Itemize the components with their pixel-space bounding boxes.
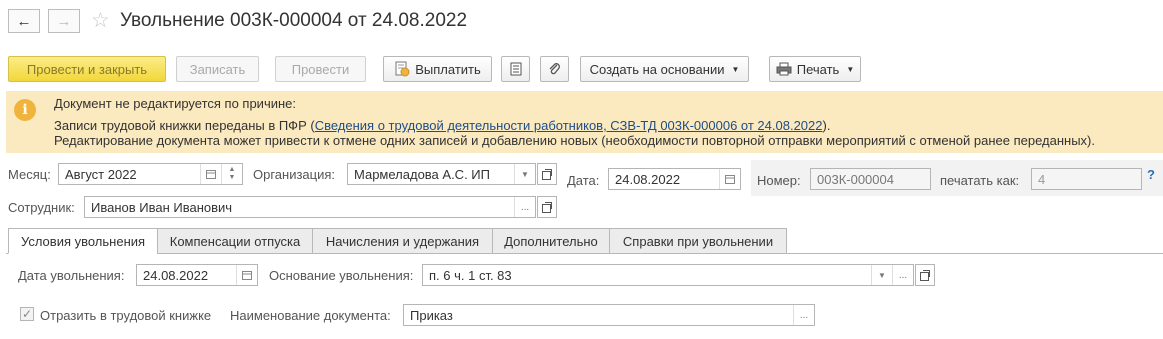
dismissal-reason-label: Основание увольнения: xyxy=(269,268,414,283)
print-label: Печать xyxy=(796,61,840,77)
reflect-in-workbook-label: Отразить в трудовой книжке xyxy=(40,308,212,323)
arrow-left-icon: ← xyxy=(16,12,32,30)
printer-icon xyxy=(776,62,792,76)
chevron-down-icon: ▼ xyxy=(228,174,236,181)
select-employee-button[interactable]: ... xyxy=(514,197,535,217)
attach-button[interactable] xyxy=(540,56,569,82)
tab-vacation-compensation[interactable]: Компенсации отпуска xyxy=(157,228,313,254)
tab-label: Условия увольнения xyxy=(20,233,146,249)
number-label: Номер: xyxy=(757,173,801,188)
list-icon xyxy=(510,62,521,76)
forward-button[interactable]: → xyxy=(48,9,80,33)
document-name-value: Приказ xyxy=(410,307,453,323)
help-icon[interactable]: ? xyxy=(1147,167,1155,182)
pay-document-icon xyxy=(395,61,410,77)
month-value: Август 2022 xyxy=(65,166,137,182)
post-label: Провести xyxy=(291,61,350,77)
number-value: 003К-000004 xyxy=(817,171,894,187)
info-icon: i xyxy=(14,99,36,121)
banner-line-1: Документ не редактируется по причине: xyxy=(54,96,297,111)
chevron-down-icon[interactable]: ▼ xyxy=(871,265,892,285)
tab-accruals-deductions[interactable]: Начисления и удержания xyxy=(312,228,493,254)
number-field[interactable]: 003К-000004 xyxy=(810,168,931,190)
date-field[interactable]: 24.08.2022 xyxy=(608,168,741,190)
employee-label: Сотрудник: xyxy=(8,200,75,215)
calendar-icon[interactable] xyxy=(236,265,257,285)
banner-line-2: Записи трудовой книжки переданы в ПФР (С… xyxy=(54,118,830,133)
dismissal-date-value: 24.08.2022 xyxy=(143,267,209,283)
print-button[interactable]: Печать ▼ xyxy=(769,56,861,82)
month-stepper[interactable]: ▲ ▼ xyxy=(221,164,242,184)
save-label: Записать xyxy=(189,61,246,77)
reflect-in-workbook-checkbox[interactable]: ✓ xyxy=(20,307,34,321)
dismissal-date-field[interactable]: 24.08.2022 xyxy=(136,264,258,286)
chevron-down-icon: ▼ xyxy=(846,64,855,74)
save-button[interactable]: Записать xyxy=(176,56,259,82)
pay-button[interactable]: Выплатить xyxy=(383,56,492,82)
open-employee-button[interactable] xyxy=(537,196,557,218)
print-as-label: печатать как: xyxy=(940,173,1020,188)
page-title: Увольнение 003К-000004 от 24.08.2022 xyxy=(120,10,468,31)
back-button[interactable]: ← xyxy=(8,9,40,33)
organization-value: Мармеладова А.С. ИП xyxy=(354,166,490,182)
dismissal-reason-field[interactable]: п. 6 ч. 1 ст. 83 ▼ ... xyxy=(422,264,914,286)
open-form-icon xyxy=(542,169,552,180)
employee-field[interactable]: Иванов Иван Иванович ... xyxy=(84,196,536,218)
open-form-icon xyxy=(920,270,930,281)
open-reason-button[interactable] xyxy=(915,264,935,286)
banner-line-2-suffix: ). xyxy=(822,118,831,133)
tab-dismissal-certificates[interactable]: Справки при увольнении xyxy=(609,228,787,254)
tab-label: Дополнительно xyxy=(504,233,598,249)
post-button[interactable]: Провести xyxy=(275,56,366,82)
pay-label: Выплатить xyxy=(415,61,481,77)
date-label: Дата: xyxy=(567,173,600,188)
open-organization-button[interactable] xyxy=(537,163,557,185)
checkmark-icon: ✓ xyxy=(21,307,33,321)
create-based-on-label: Создать на основании xyxy=(589,61,725,77)
create-based-on-button[interactable]: Создать на основании ▼ xyxy=(580,56,749,82)
journal-button[interactable] xyxy=(501,56,530,82)
tab-dismissal-conditions[interactable]: Условия увольнения xyxy=(8,228,158,254)
print-as-value: 4 xyxy=(1038,171,1046,187)
tab-label: Справки при увольнении xyxy=(622,233,774,249)
month-field[interactable]: Август 2022 ▲ ▼ xyxy=(58,163,243,185)
calendar-icon[interactable] xyxy=(200,164,221,184)
employee-value: Иванов Иван Иванович xyxy=(91,199,233,215)
organization-label: Организация: xyxy=(253,167,336,182)
tab-additional[interactable]: Дополнительно xyxy=(492,228,610,254)
favorite-star-icon[interactable]: ☆ xyxy=(91,8,110,33)
szv-td-link[interactable]: Сведения о трудовой деятельности работни… xyxy=(315,118,823,133)
open-form-icon xyxy=(542,202,552,213)
chevron-down-icon[interactable]: ▼ xyxy=(514,164,535,184)
organization-field[interactable]: Мармеладова А.С. ИП ▼ xyxy=(347,163,536,185)
select-reason-button[interactable]: ... xyxy=(892,265,913,285)
document-name-label: Наименование документа: xyxy=(230,308,391,323)
chevron-down-icon: ▼ xyxy=(731,64,740,74)
date-value: 24.08.2022 xyxy=(615,171,681,187)
banner-line-2-prefix: Записи трудовой книжки переданы в ПФР ( xyxy=(54,118,315,133)
select-document-name-button[interactable]: ... xyxy=(793,305,814,325)
arrow-right-icon: → xyxy=(56,12,72,30)
month-label: Месяц: xyxy=(8,167,51,182)
paperclip-icon xyxy=(549,63,560,75)
print-as-field[interactable]: 4 xyxy=(1031,168,1142,190)
tab-label: Компенсации отпуска xyxy=(169,233,301,249)
banner-line-3: Редактирование документа может привести … xyxy=(54,133,1095,148)
calendar-icon[interactable] xyxy=(719,169,740,189)
info-banner: i Документ не редактируется по причине: … xyxy=(6,91,1163,153)
post-and-close-label: Провести и закрыть xyxy=(26,61,148,77)
document-name-field[interactable]: Приказ ... xyxy=(403,304,815,326)
tab-label: Начисления и удержания xyxy=(325,233,480,249)
chevron-up-icon: ▲ xyxy=(228,166,236,173)
post-and-close-button[interactable]: Провести и закрыть xyxy=(8,56,166,82)
dismissal-date-label: Дата увольнения: xyxy=(18,268,125,283)
dismissal-reason-value: п. 6 ч. 1 ст. 83 xyxy=(429,267,512,283)
